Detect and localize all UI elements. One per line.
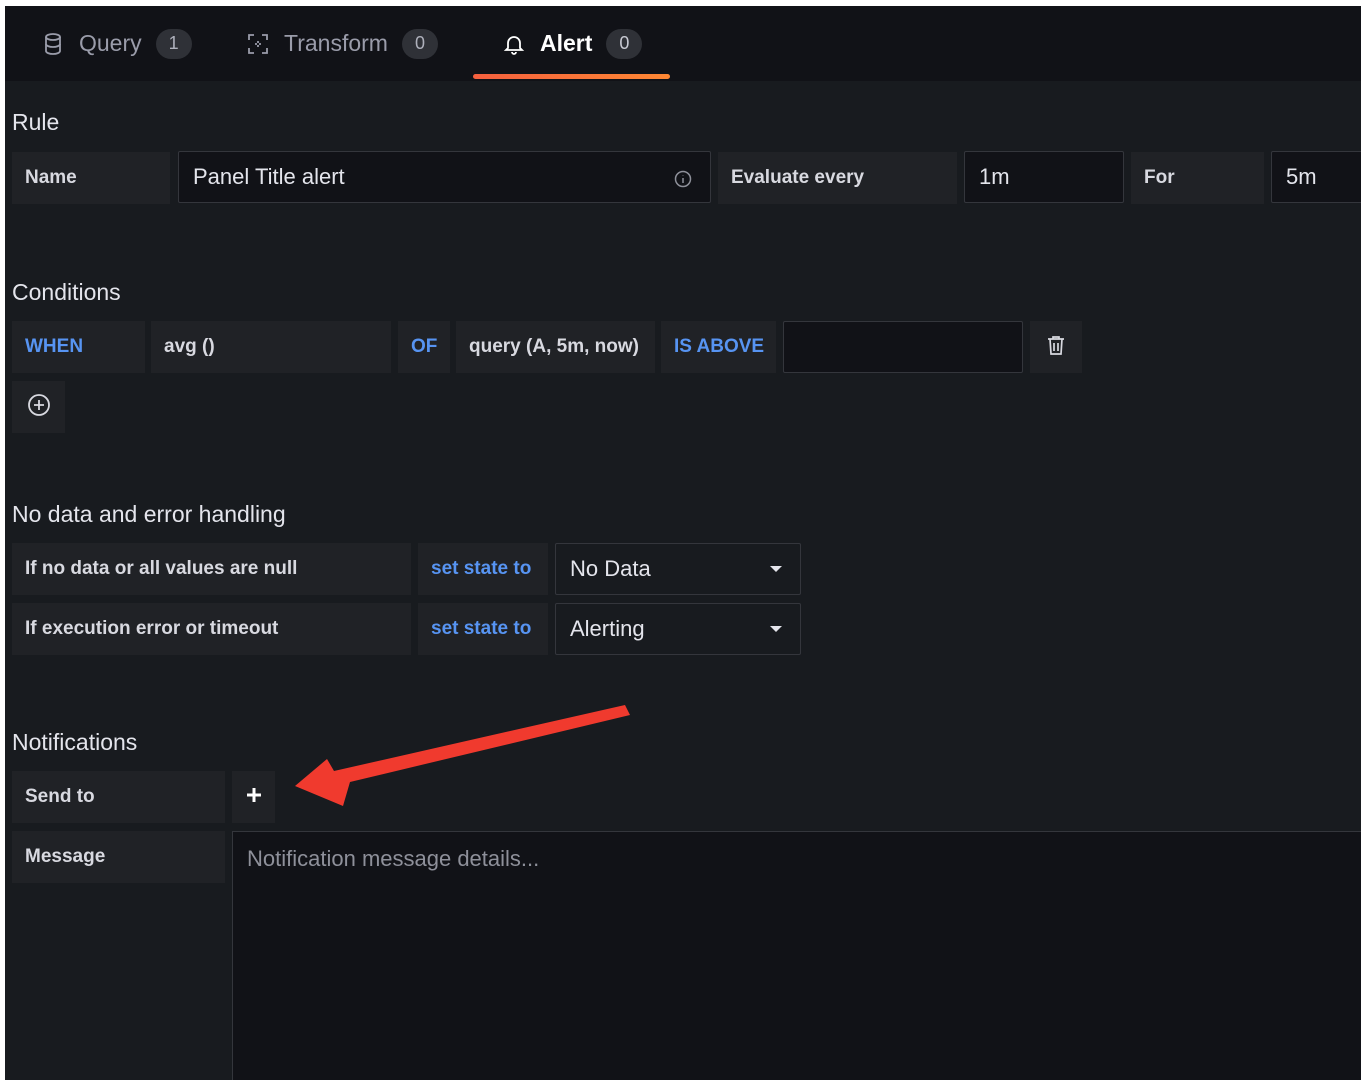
caret-down-icon <box>770 626 782 632</box>
condition-query[interactable]: query (A, 5m, now) <box>456 321 655 373</box>
error-state-value: Alerting <box>570 616 645 641</box>
evaluate-every-input[interactable]: 1m <box>964 151 1124 203</box>
rule-section-title: Rule <box>12 109 60 135</box>
nodata-state-select[interactable]: No Data <box>555 543 801 595</box>
condition-evaluator[interactable]: IS ABOVE <box>661 321 776 373</box>
add-condition-button[interactable] <box>12 381 65 433</box>
notifications-section-title: Notifications <box>12 729 138 755</box>
name-label: Name <box>12 152 170 204</box>
caret-down-icon <box>770 566 782 572</box>
conditions-section-title: Conditions <box>12 279 121 305</box>
set-state-to-label: set state to <box>418 603 548 655</box>
alert-editor: Query 1 Transform 0 Alert 0 Rule Name Pa… <box>5 6 1361 1080</box>
tab-label: Transform <box>284 30 388 56</box>
for-label: For <box>1131 152 1264 204</box>
add-notification-channel-button[interactable] <box>232 771 275 823</box>
for-value: 5m <box>1286 164 1317 189</box>
trash-icon <box>1045 334 1067 361</box>
database-icon <box>41 32 65 56</box>
bell-icon <box>502 32 526 56</box>
tab-query[interactable]: Query 1 <box>41 6 192 81</box>
editor-tab-bar: Query 1 Transform 0 Alert 0 <box>5 6 1361 81</box>
nodata-state-value: No Data <box>570 556 651 581</box>
delete-condition-button[interactable] <box>1030 321 1082 373</box>
for-input[interactable]: 5m <box>1271 151 1361 203</box>
info-icon[interactable] <box>674 168 692 194</box>
tab-label: Query <box>79 30 142 56</box>
tab-alert[interactable]: Alert 0 <box>502 6 643 81</box>
message-textarea[interactable] <box>232 831 1361 1080</box>
evaluate-every-value: 1m <box>979 164 1010 189</box>
tab-count-badge: 0 <box>606 28 643 59</box>
tab-count-badge: 0 <box>401 28 438 59</box>
error-state-select[interactable]: Alerting <box>555 603 801 655</box>
set-state-to-label: set state to <box>418 543 548 595</box>
condition-of-keyword: OF <box>398 321 450 373</box>
error-row-label: If execution error or timeout <box>12 603 411 655</box>
nodata-section-title: No data and error handling <box>12 501 286 527</box>
transform-icon <box>246 32 270 56</box>
rule-name-value: Panel Title alert <box>193 164 345 189</box>
nodata-row-label: If no data or all values are null <box>12 543 411 595</box>
condition-reducer[interactable]: avg () <box>151 321 391 373</box>
rule-name-input[interactable]: Panel Title alert <box>178 151 711 203</box>
plus-icon <box>245 786 263 809</box>
condition-when-keyword[interactable]: WHEN <box>12 321 145 373</box>
send-to-label: Send to <box>12 771 225 823</box>
active-tab-indicator <box>473 74 670 79</box>
plus-circle-icon <box>27 393 51 422</box>
condition-threshold-input[interactable] <box>783 321 1023 373</box>
evaluate-every-label: Evaluate every <box>718 152 957 204</box>
tab-count-badge: 1 <box>155 28 192 59</box>
message-label: Message <box>12 831 225 883</box>
tab-label: Alert <box>540 30 593 56</box>
tab-transform[interactable]: Transform 0 <box>246 6 438 81</box>
